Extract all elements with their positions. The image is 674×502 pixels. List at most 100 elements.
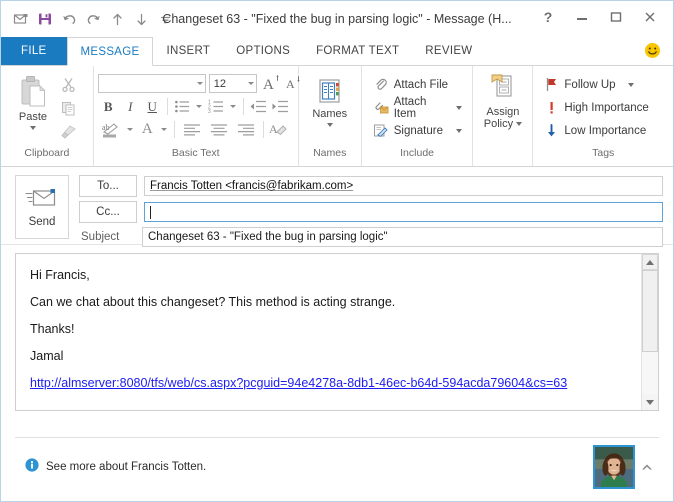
chevron-down-icon: [247, 82, 254, 85]
info-icon: [25, 458, 39, 475]
align-left-button[interactable]: [179, 119, 205, 140]
underline-button[interactable]: U: [142, 96, 163, 117]
ribbon-group-tags: Follow Up High Importance Low Importance…: [533, 66, 673, 166]
scroll-down-button[interactable]: [642, 394, 658, 410]
follow-up-button[interactable]: Follow Up: [542, 74, 652, 95]
clear-formatting-button[interactable]: A: [268, 119, 289, 140]
cc-button[interactable]: Cc...: [79, 201, 137, 223]
assign-policy-icon: [488, 72, 518, 106]
chevron-down-icon[interactable]: [516, 122, 523, 126]
paperclip-icon: [373, 77, 389, 93]
scrollbar-thumb[interactable]: [642, 270, 658, 352]
chevron-down-icon[interactable]: [456, 105, 463, 110]
font-name-combo[interactable]: [97, 74, 206, 93]
customize-quick-access-icon[interactable]: [154, 8, 176, 30]
subject-label: Subject: [81, 231, 120, 243]
tab-review[interactable]: REVIEW: [412, 37, 485, 65]
changeset-link[interactable]: http://almserver:8080/tfs/web/cs.aspx?pc…: [30, 376, 567, 390]
send-button[interactable]: Send: [15, 175, 69, 239]
cut-button[interactable]: [57, 73, 79, 95]
previous-item-icon[interactable]: [106, 8, 128, 30]
exclamation-icon: [544, 100, 558, 116]
send-label: Send: [28, 216, 56, 228]
tab-file[interactable]: FILE: [1, 37, 67, 65]
send-a-smile-icon[interactable]: [644, 42, 661, 59]
bullets-dropdown[interactable]: [194, 96, 205, 117]
divider: [262, 121, 264, 138]
chevron-down-icon[interactable]: [326, 123, 333, 127]
tab-options[interactable]: OPTIONS: [223, 37, 303, 65]
redo-icon[interactable]: [82, 8, 104, 30]
subject-row: Subject Changeset 63 - "Fixed the bug in…: [79, 227, 663, 247]
close-button[interactable]: [633, 4, 667, 30]
avatar[interactable]: [593, 444, 635, 489]
decrease-indent-button[interactable]: [248, 96, 269, 117]
tab-format-text[interactable]: FORMAT TEXT: [303, 37, 412, 65]
signature-button[interactable]: Signature: [371, 120, 467, 141]
high-importance-button[interactable]: High Importance: [542, 97, 652, 118]
tab-insert[interactable]: INSERT: [153, 37, 223, 65]
to-button[interactable]: To...: [79, 175, 137, 197]
signature-icon: [373, 123, 389, 139]
divider: [166, 98, 168, 115]
clear-formatting-icon: A: [269, 122, 287, 136]
body-paragraph: Hi Francis,: [30, 268, 90, 282]
body-scrollbar[interactable]: [641, 254, 658, 410]
decrease-indent-icon: [250, 100, 267, 113]
attach-file-button[interactable]: Attach File: [371, 74, 467, 95]
undo-icon[interactable]: [58, 8, 80, 30]
bold-button[interactable]: B: [98, 96, 119, 117]
svg-text:3: 3: [208, 109, 211, 114]
scrollbar-track[interactable]: [642, 352, 658, 394]
chevron-down-icon[interactable]: [627, 82, 634, 87]
increase-indent-button[interactable]: [270, 96, 291, 117]
mail-icon[interactable]: [10, 8, 32, 30]
chevron-up-icon: [642, 464, 652, 469]
divider: [242, 98, 244, 115]
message-body[interactable]: Hi Francis, Can we chat about this chang…: [16, 254, 641, 410]
clipboard-group-label: Clipboard: [24, 147, 70, 159]
font-color-button[interactable]: A: [137, 119, 158, 140]
body-paragraph: Can we chat about this changeset? This m…: [30, 295, 396, 309]
scroll-up-button[interactable]: [642, 254, 658, 270]
font-size-combo[interactable]: 12: [208, 74, 257, 93]
text-highlight-button[interactable]: ab: [98, 119, 124, 140]
minimize-button[interactable]: [565, 4, 599, 30]
text-highlight-dropdown[interactable]: [125, 119, 136, 140]
numbering-button[interactable]: 123: [206, 96, 227, 117]
align-right-icon: [237, 123, 254, 135]
low-importance-button[interactable]: Low Importance: [542, 120, 652, 141]
chevron-down-icon: [230, 105, 237, 108]
paste-button[interactable]: Paste: [9, 71, 57, 130]
subject-input[interactable]: Changeset 63 - "Fixed the bug in parsing…: [142, 227, 663, 247]
assign-policy-button[interactable]: Assign Policy: [479, 70, 526, 130]
numbering-dropdown[interactable]: [228, 96, 239, 117]
see-more-text: See more about Francis Totten.: [46, 460, 207, 473]
attach-item-button[interactable]: Attach Item: [371, 96, 467, 120]
align-right-button[interactable]: [233, 119, 259, 140]
save-icon[interactable]: [34, 8, 56, 30]
font-color-dropdown[interactable]: [159, 119, 170, 140]
align-center-button[interactable]: [206, 119, 232, 140]
chevron-down-icon: [196, 105, 203, 108]
chevron-down-icon[interactable]: [30, 126, 36, 130]
see-more-row[interactable]: See more about Francis Totten.: [15, 458, 593, 475]
bullets-button[interactable]: [172, 96, 193, 117]
increase-indent-icon: [272, 100, 289, 113]
copy-button[interactable]: [57, 97, 79, 119]
maximize-button[interactable]: [599, 4, 633, 30]
help-button[interactable]: ?: [531, 4, 565, 30]
cc-input[interactable]: [144, 202, 663, 222]
next-item-icon[interactable]: [130, 8, 152, 30]
quick-access-toolbar: [1, 8, 176, 30]
tab-message[interactable]: MESSAGE: [66, 37, 154, 66]
italic-button[interactable]: I: [120, 96, 141, 117]
grow-font-button[interactable]: A: [261, 73, 282, 94]
highlighter-icon: ab: [102, 123, 118, 137]
chevron-down-icon[interactable]: [455, 128, 462, 133]
format-painter-button[interactable]: [57, 121, 79, 143]
names-button[interactable]: Names: [305, 74, 355, 127]
collapse-people-pane-button[interactable]: [635, 462, 659, 472]
signature-label: Signature: [393, 124, 443, 137]
to-input[interactable]: Francis Totten <francis@fabrikam.com>: [144, 176, 663, 196]
